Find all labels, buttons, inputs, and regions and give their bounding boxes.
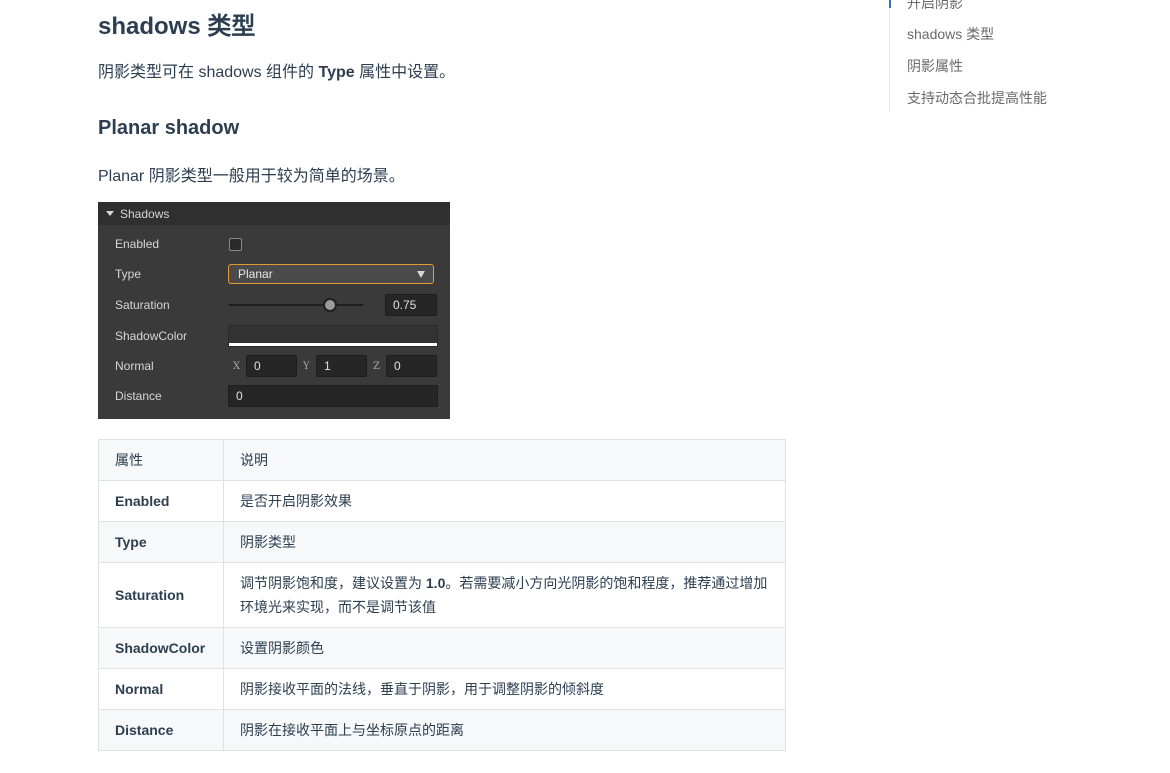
table-row: Distance 阴影在接收平面上与坐标原点的距离 xyxy=(98,709,786,751)
normal-y-value: 1 xyxy=(324,359,331,373)
shadowcolor-row: ShadowColor xyxy=(98,322,450,350)
enabled-label: Enabled xyxy=(115,237,160,251)
desc-bold: 1.0 xyxy=(425,575,446,591)
table-cell-key: ShadowColor xyxy=(98,627,224,669)
table-row: Type 阴影类型 xyxy=(98,521,786,563)
table-cell-desc: 是否开启阴影效果 xyxy=(223,480,786,522)
table-row: ShadowColor 设置阴影颜色 xyxy=(98,627,786,669)
planar-description: Planar 阴影类型一般用于较为简单的场景。 xyxy=(98,168,405,185)
panel-header[interactable]: Shadows xyxy=(98,202,450,225)
dropdown-arrow-icon xyxy=(417,270,425,278)
saturation-slider[interactable] xyxy=(229,298,363,312)
table-cell-key: Enabled xyxy=(98,480,224,522)
section-heading: Planar shadow xyxy=(98,117,240,139)
distance-input[interactable]: 0 xyxy=(228,385,438,407)
panel-title: Shadows xyxy=(120,206,170,221)
toc-active-indicator xyxy=(889,0,891,8)
normal-z-axis-label: Z xyxy=(373,360,380,372)
saturation-row: Saturation 0.75 xyxy=(98,291,450,319)
enabled-row: Enabled xyxy=(98,230,450,258)
normal-row: Normal X 0 Y 1 Z 0 xyxy=(98,352,450,380)
toc-divider xyxy=(889,8,890,111)
table-header-row: 属性 说明 xyxy=(98,439,786,481)
toc-item-shadow-properties[interactable]: 阴影属性 xyxy=(907,56,963,76)
toc-item-shadows-type[interactable]: shadows 类型 xyxy=(907,24,994,44)
shadowcolor-picker[interactable] xyxy=(228,325,438,347)
table-cell-key: Type xyxy=(98,521,224,563)
table-header-property: 属性 xyxy=(98,439,224,481)
properties-table: 属性 说明 Enabled 是否开启阴影效果 Type 阴影类型 Saturat… xyxy=(98,439,786,751)
intro-text: 阴影类型可在 shadows 组件的 xyxy=(98,64,319,81)
intro-text-end: 属性中设置。 xyxy=(354,64,456,81)
saturation-slider-knob[interactable] xyxy=(322,298,337,312)
normal-z-input[interactable]: 0 xyxy=(386,355,437,377)
shadowcolor-label: ShadowColor xyxy=(115,329,188,343)
page-title: shadows 类型 xyxy=(98,13,256,40)
table-cell-key: Distance xyxy=(98,709,224,751)
saturation-value: 0.75 xyxy=(393,298,417,312)
table-cell-key: Saturation xyxy=(98,562,224,628)
shadows-inspector-panel: Shadows Enabled Type Planar Saturation 0… xyxy=(98,202,450,419)
type-row: Type Planar xyxy=(98,260,450,288)
table-header-description: 说明 xyxy=(223,439,786,481)
table-row: Normal 阴影接收平面的法线，垂直于阴影，用于调整阴影的倾斜度 xyxy=(98,668,786,710)
normal-y-input[interactable]: 1 xyxy=(316,355,367,377)
table-row: Saturation 调节阴影饱和度，建议设置为 1.0。若需要减小方向光阴影的… xyxy=(98,562,786,628)
distance-row: Distance 0 xyxy=(98,382,450,410)
table-cell-desc: 阴影在接收平面上与坐标原点的距离 xyxy=(223,709,786,751)
table-cell-desc: 阴影类型 xyxy=(223,521,786,563)
table-cell-desc: 阴影接收平面的法线，垂直于阴影，用于调整阴影的倾斜度 xyxy=(223,668,786,710)
type-select[interactable]: Planar xyxy=(228,264,434,284)
table-row: Enabled 是否开启阴影效果 xyxy=(98,480,786,522)
normal-x-value: 0 xyxy=(254,359,261,373)
toc-item-enable-shadows[interactable]: 开启阴影 xyxy=(907,0,963,13)
intro-paragraph: 阴影类型可在 shadows 组件的 Type 属性中设置。 xyxy=(98,58,455,82)
normal-y-axis-label: Y xyxy=(303,360,310,372)
saturation-label: Saturation xyxy=(115,298,170,312)
table-cell-desc: 设置阴影颜色 xyxy=(223,627,786,669)
table-cell-desc: 调节阴影饱和度，建议设置为 1.0。若需要减小方向光阴影的饱和程度，推荐通过增加… xyxy=(223,562,786,628)
distance-value: 0 xyxy=(236,389,243,403)
toc-item-dynamic-batching[interactable]: 支持动态合批提高性能 xyxy=(907,88,1047,108)
intro-bold: Type xyxy=(318,64,355,81)
table-cell-key: Normal xyxy=(98,668,224,710)
saturation-input[interactable]: 0.75 xyxy=(385,294,437,316)
distance-label: Distance xyxy=(115,389,162,403)
type-select-value: Planar xyxy=(238,267,273,281)
collapse-triangle-icon[interactable] xyxy=(106,211,114,216)
normal-z-value: 0 xyxy=(394,359,401,373)
normal-x-input[interactable]: 0 xyxy=(246,355,297,377)
type-label: Type xyxy=(115,267,142,281)
enabled-checkbox[interactable] xyxy=(229,237,242,251)
normal-label: Normal xyxy=(115,359,154,373)
desc-text: 调节阴影饱和度，建议设置为 xyxy=(240,575,426,591)
normal-x-axis-label: X xyxy=(233,360,241,372)
